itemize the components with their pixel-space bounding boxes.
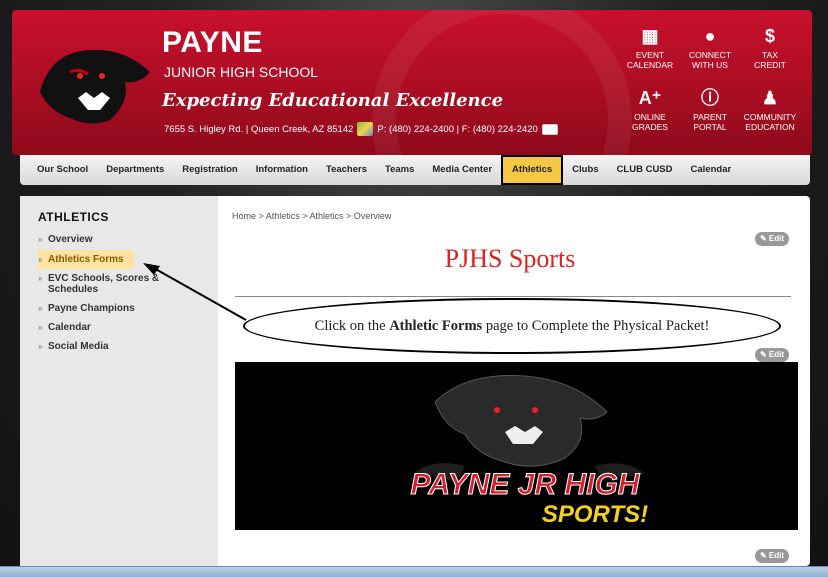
os-taskbar[interactable]: [0, 566, 828, 577]
sports-banner: PAYNE JR HIGH SPORTS!: [235, 362, 798, 530]
banner-line2: SPORTS!: [542, 501, 648, 528]
banner-panther-image: PAYNE JR HIGH SPORTS!: [410, 375, 648, 528]
banner-line1: PAYNE JR HIGH: [411, 468, 641, 501]
